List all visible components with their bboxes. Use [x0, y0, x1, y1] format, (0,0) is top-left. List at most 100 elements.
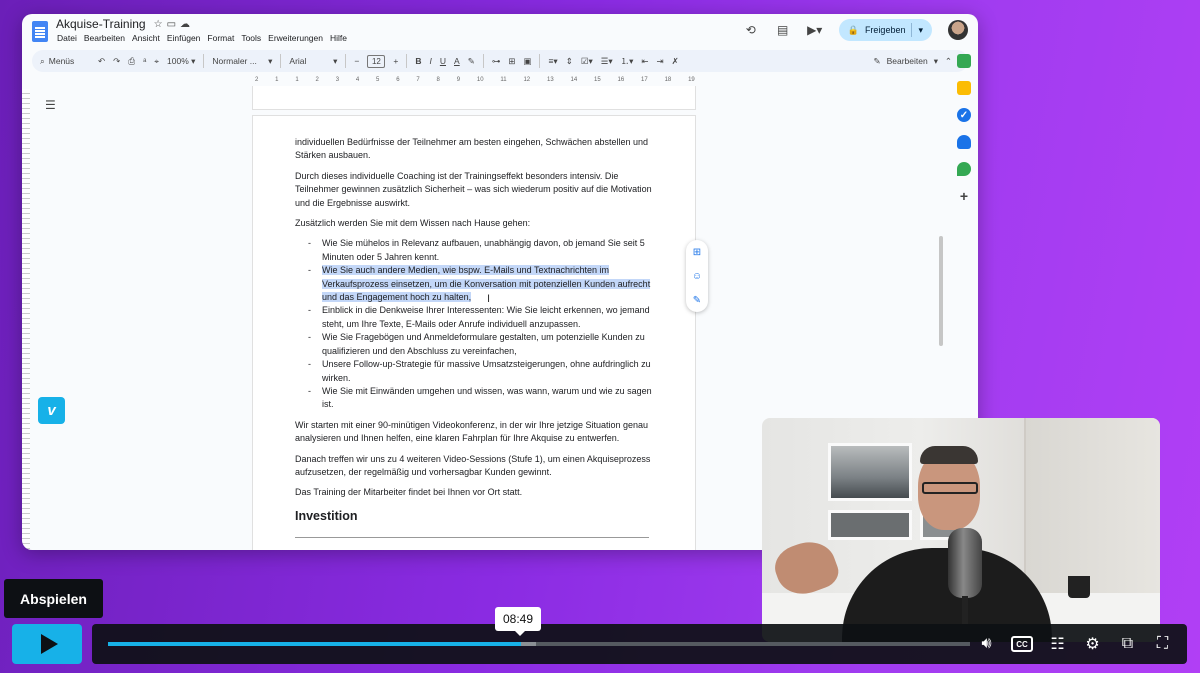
menu-format[interactable]: Format [207, 33, 234, 43]
highlight-icon[interactable]: ✎ [468, 53, 475, 69]
menu-tools[interactable]: Tools [241, 33, 261, 43]
numbered-list-icon[interactable]: ⒈▾ [621, 53, 634, 69]
paint-format-icon[interactable]: ⌖ [154, 53, 159, 69]
menu-datei[interactable]: Datei [57, 33, 77, 43]
progress-bar[interactable] [108, 642, 970, 646]
increase-indent-icon[interactable]: ⇥ [657, 53, 664, 69]
editing-mode-label: Bearbeiten [886, 56, 928, 66]
vertical-ruler[interactable] [22, 89, 30, 549]
menu-search[interactable]: ⌕ Menüs [40, 53, 90, 69]
progress-played [108, 642, 521, 646]
font-size-increase-icon[interactable]: + [393, 53, 398, 69]
share-button[interactable]: 🔒 Freigeben ▾ [838, 19, 932, 41]
list-item-text: Einblick in die Denkweise Ihrer Interess… [322, 305, 650, 329]
list-item-text: Unsere Follow-up-Strategie für massive U… [322, 359, 651, 383]
document-title-row: Akquise-Training ☆▭☁ [56, 17, 194, 31]
horizontal-line [295, 537, 649, 539]
link-icon[interactable]: ⊶ [492, 53, 501, 69]
closed-captions-icon[interactable]: CC [1011, 636, 1033, 652]
scrollbar[interactable] [939, 236, 943, 346]
decrease-indent-icon[interactable]: ⇤ [641, 53, 648, 69]
paragraph: individuellen Bedürfnisse der Teilnehmer… [295, 137, 649, 161]
ruler-tick-label: 7 [416, 77, 420, 83]
redo-icon[interactable]: ↷ [113, 53, 120, 69]
add-comment-icon[interactable]: ⊞ [508, 53, 515, 69]
menu-hilfe[interactable]: Hilfe [330, 33, 347, 43]
checklist-icon[interactable]: ☑▾ [581, 53, 593, 69]
chevron-down-icon[interactable]: ▾ [918, 25, 923, 36]
font-size-input[interactable]: 12 [367, 54, 386, 68]
title-bar: Akquise-Training ☆▭☁ Datei Bearbeiten An… [22, 14, 978, 48]
font-select[interactable]: Arial ▾ [289, 53, 337, 69]
document-outline-icon[interactable]: ☰ [45, 98, 56, 112]
spellcheck-icon[interactable]: ᵃ [143, 53, 146, 69]
style-select[interactable]: Normaler ... ▾ [212, 53, 272, 69]
maps-icon[interactable] [957, 162, 971, 176]
star-move-cloud-icons[interactable]: ☆▭☁ [154, 19, 194, 30]
bulleted-list-icon[interactable]: ☰▾ [601, 53, 613, 69]
section-heading: Investition [295, 508, 358, 523]
style-value: Normaler ... [212, 56, 257, 66]
list-item-text: Wie Sie mühelos in Relevanz aufbauen, un… [322, 238, 645, 262]
transcript-search-icon[interactable]: ☷ [1047, 634, 1068, 655]
print-icon[interactable]: ⎙ [128, 53, 135, 69]
list-item-selected: Wie Sie auch andere Medien, wie bspw. E-… [295, 264, 653, 304]
avatar[interactable] [948, 20, 968, 40]
vimeo-logo-icon[interactable]: v [38, 397, 65, 424]
person-hand [769, 534, 843, 602]
play-button[interactable] [12, 624, 82, 664]
controls-bar: 🔊︎ CC ☷ ⚙ ⧉ ⛶ [92, 624, 1187, 664]
settings-gear-icon[interactable]: ⚙ [1082, 634, 1103, 655]
bold-icon[interactable]: B [415, 53, 421, 69]
add-comment-icon[interactable]: ⊞ [693, 247, 701, 258]
menu-bearbeiten[interactable]: Bearbeiten [84, 33, 125, 43]
docs-logo-icon[interactable] [32, 21, 48, 42]
tasks-icon[interactable]: ✓ [957, 108, 971, 122]
menu-ansicht[interactable]: Ansicht [132, 33, 160, 43]
image-icon[interactable]: ▣ [523, 53, 531, 69]
paragraph: Danach treffen wir uns zu 4 weiteren Vid… [295, 453, 651, 477]
underline-icon[interactable]: U [440, 53, 446, 69]
paragraph: Das Training der Mitarbeiter findet bei … [295, 487, 523, 498]
text-color-icon[interactable]: A [454, 53, 460, 69]
line-spacing-icon[interactable]: ⇕ [566, 53, 573, 69]
list-item: Wie Sie mühelos in Relevanz aufbauen, un… [295, 237, 653, 264]
add-addon-icon[interactable]: + [957, 188, 971, 204]
share-label: Freigeben [864, 25, 906, 35]
person-hair [920, 446, 978, 464]
picture-in-picture-icon[interactable]: ⧉ [1117, 634, 1138, 655]
undo-icon[interactable]: ↶ [98, 53, 105, 69]
meet-icon[interactable]: ▶▾ [807, 22, 823, 38]
editing-mode-select[interactable]: ✎ Bearbeiten ▾ [873, 53, 938, 69]
suggest-edit-icon[interactable]: ✎ [693, 295, 701, 306]
comments-icon[interactable]: ▤ [775, 22, 791, 38]
document-page[interactable]: individuellen Bedürfnisse der Teilnehmer… [252, 115, 696, 550]
person-glasses [922, 482, 978, 494]
ruler-tick-label: 5 [376, 77, 380, 83]
font-size-decrease-icon[interactable]: − [354, 53, 359, 69]
keep-icon[interactable] [957, 81, 971, 95]
menu-erweiterungen[interactable]: Erweiterungen [268, 33, 323, 43]
horizontal-ruler[interactable]: 2 1 1 2 3 4 5 6 7 8 9 10 11 12 13 14 15 16 17 18 19 [251, 74, 699, 86]
clear-formatting-icon[interactable]: ✗ [672, 53, 679, 69]
time-tooltip: 08:49 [495, 607, 541, 636]
ruler-tick-label: 2 [315, 77, 319, 83]
text-cursor-icon: I [487, 293, 491, 305]
contacts-icon[interactable] [957, 135, 971, 149]
emoji-reaction-icon[interactable]: ☺ [692, 271, 702, 282]
pencil-icon: ✎ [873, 55, 881, 66]
sheets-icon[interactable] [957, 54, 971, 68]
align-icon[interactable]: ≡▾ [548, 53, 557, 69]
ruler-tick-label: 19 [688, 77, 695, 83]
wall-picture [828, 443, 912, 501]
ruler-tick-label: 18 [664, 77, 672, 83]
menu-search-label: Menüs [48, 56, 75, 66]
volume-icon[interactable]: 🔊︎ [976, 634, 997, 655]
italic-icon[interactable]: I [430, 53, 432, 69]
zoom-select[interactable]: 100% ▾ [167, 53, 195, 69]
search-icon: ⌕ [40, 55, 45, 66]
document-title[interactable]: Akquise-Training [56, 17, 146, 31]
fullscreen-icon[interactable]: ⛶ [1152, 634, 1173, 655]
menu-einfuegen[interactable]: Einfügen [167, 33, 201, 43]
history-icon[interactable]: ⟲ [743, 22, 759, 38]
